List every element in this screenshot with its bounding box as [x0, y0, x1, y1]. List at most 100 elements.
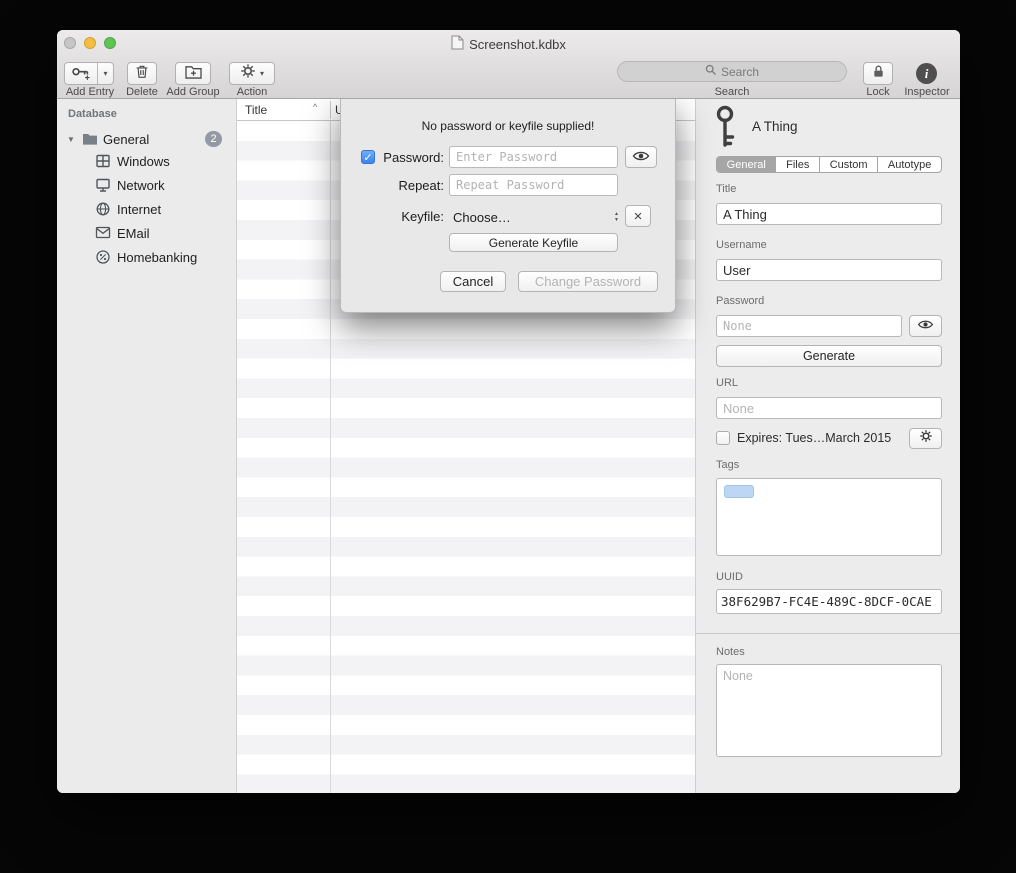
info-icon: i — [925, 66, 929, 82]
tags-field-label: Tags — [716, 459, 739, 471]
lock-button[interactable] — [863, 62, 893, 85]
notes-field-label: Notes — [716, 646, 745, 658]
show-password-button[interactable] — [625, 146, 657, 168]
cancel-button[interactable]: Cancel — [440, 271, 506, 292]
sidebar-item-label: Internet — [117, 202, 161, 217]
search-input[interactable]: Search — [617, 61, 847, 82]
search-icon — [705, 64, 717, 79]
desktop: Screenshot.kdbx ▾ Add Entry Delete — [0, 0, 1016, 873]
tab-autotype[interactable]: Autotype — [878, 157, 941, 172]
url-field-label: URL — [716, 377, 738, 389]
windows-icon — [95, 153, 111, 172]
envelope-icon — [95, 226, 111, 242]
sidebar-item-windows[interactable]: Windows — [57, 149, 236, 173]
folder-plus-icon — [184, 64, 203, 84]
tab-files[interactable]: Files — [776, 157, 820, 172]
dialog-keyfile-label: Keyfile: — [383, 209, 444, 224]
expires-label: Expires: Tues…March 2015 — [737, 431, 891, 445]
close-x-icon: × — [634, 208, 643, 225]
change-password-button[interactable]: Change Password — [518, 271, 658, 292]
sheet-message: No password or keyfile supplied! — [341, 119, 675, 133]
chevron-down-icon: ▾ — [260, 69, 264, 78]
inspector-toggle-button[interactable]: i — [916, 63, 937, 84]
uuid-field[interactable] — [716, 589, 942, 614]
key-plus-icon — [65, 63, 98, 84]
tags-field[interactable] — [716, 478, 942, 556]
key-icon — [712, 104, 744, 154]
dialog-repeat-input[interactable] — [449, 174, 618, 196]
window-title: Screenshot.kdbx — [469, 37, 566, 52]
disclosure-triangle-icon[interactable]: ▼ — [67, 135, 75, 144]
popup-stepper-icon: ▲ ▼ — [614, 212, 619, 223]
inspector-label: Inspector — [892, 86, 960, 98]
eye-icon — [632, 150, 650, 165]
generate-password-button[interactable]: Generate — [716, 345, 942, 367]
tag-chip[interactable] — [724, 485, 754, 498]
eye-icon — [917, 317, 934, 335]
section-divider — [696, 633, 960, 634]
column-divider — [330, 121, 331, 793]
chevron-down-icon: ▾ — [98, 63, 113, 84]
inspector-tabs: General Files Custom Autotype — [716, 156, 942, 173]
sidebar-item-label: Network — [117, 178, 165, 193]
column-header-title[interactable]: Title — [245, 103, 267, 117]
dialog-repeat-label: Repeat: — [383, 178, 444, 193]
delete-button[interactable] — [127, 62, 157, 85]
change-password-sheet: No password or keyfile supplied! ✓ Passw… — [340, 99, 676, 313]
sort-ascending-icon: ^ — [313, 102, 317, 112]
lock-icon — [872, 64, 885, 84]
tab-general[interactable]: General — [717, 157, 776, 172]
dialog-password-label: Password: — [383, 150, 444, 165]
action-button[interactable]: ▾ — [229, 62, 275, 85]
dialog-password-input[interactable] — [449, 146, 618, 168]
column-divider[interactable] — [330, 101, 331, 119]
username-field[interactable] — [716, 259, 942, 281]
keyfile-popup-button[interactable]: Choose… ▲ ▼ — [453, 206, 619, 228]
clear-keyfile-button[interactable]: × — [625, 205, 651, 227]
sidebar-section-header: Database — [68, 108, 117, 120]
sidebar-item-internet[interactable]: Internet — [57, 197, 236, 221]
title-field-label: Title — [716, 183, 736, 195]
folder-icon — [82, 132, 98, 148]
macpass-window: Screenshot.kdbx ▾ Add Entry Delete — [57, 30, 960, 793]
sidebar-item-general[interactable]: ▼ General 2 — [57, 127, 236, 151]
password-field-label: Password — [716, 295, 764, 307]
expires-settings-button[interactable] — [909, 428, 942, 449]
notes-field[interactable] — [716, 664, 942, 757]
sidebar-item-email[interactable]: EMail — [57, 221, 236, 245]
trash-icon — [134, 63, 150, 85]
title-field[interactable] — [716, 203, 942, 225]
window-title-row: Screenshot.kdbx — [57, 35, 960, 53]
inspector-panel: A Thing General Files Custom Autotype Ti… — [695, 99, 960, 793]
sidebar-item-label: Homebanking — [117, 250, 197, 265]
url-field[interactable] — [716, 397, 942, 419]
keyfile-popup-value: Choose… — [453, 210, 511, 225]
generate-keyfile-button[interactable]: Generate Keyfile — [449, 233, 618, 252]
monitor-icon — [95, 177, 111, 196]
show-password-button[interactable] — [909, 315, 942, 337]
uuid-field-label: UUID — [716, 571, 743, 583]
action-label: Action — [224, 86, 280, 98]
add-entry-label: Add Entry — [57, 86, 123, 98]
add-entry-button[interactable]: ▾ — [64, 62, 114, 85]
group-sidebar: Database ▼ General 2 Windows Networ — [57, 99, 237, 793]
sidebar-item-homebanking[interactable]: Homebanking — [57, 245, 236, 269]
sidebar-item-network[interactable]: Network — [57, 173, 236, 197]
password-enabled-checkbox[interactable]: ✓ — [361, 150, 375, 164]
search-label: Search — [697, 86, 767, 98]
window-header: Screenshot.kdbx ▾ Add Entry Delete — [57, 30, 960, 99]
add-group-label: Add Group — [161, 86, 225, 98]
tab-custom[interactable]: Custom — [820, 157, 878, 172]
password-field[interactable] — [716, 315, 902, 337]
username-field-label: Username — [716, 239, 767, 251]
add-group-button[interactable] — [175, 62, 211, 85]
expires-checkbox[interactable] — [716, 431, 730, 445]
checkmark-icon: ✓ — [363, 151, 372, 164]
sidebar-item-label: EMail — [117, 226, 150, 241]
sidebar-item-label: General — [103, 132, 149, 147]
percent-coin-icon — [95, 249, 111, 268]
entry-title: A Thing — [752, 119, 798, 134]
search-placeholder: Search — [721, 65, 759, 79]
sidebar-item-label: Windows — [117, 154, 170, 169]
entry-count-badge: 2 — [205, 131, 222, 147]
